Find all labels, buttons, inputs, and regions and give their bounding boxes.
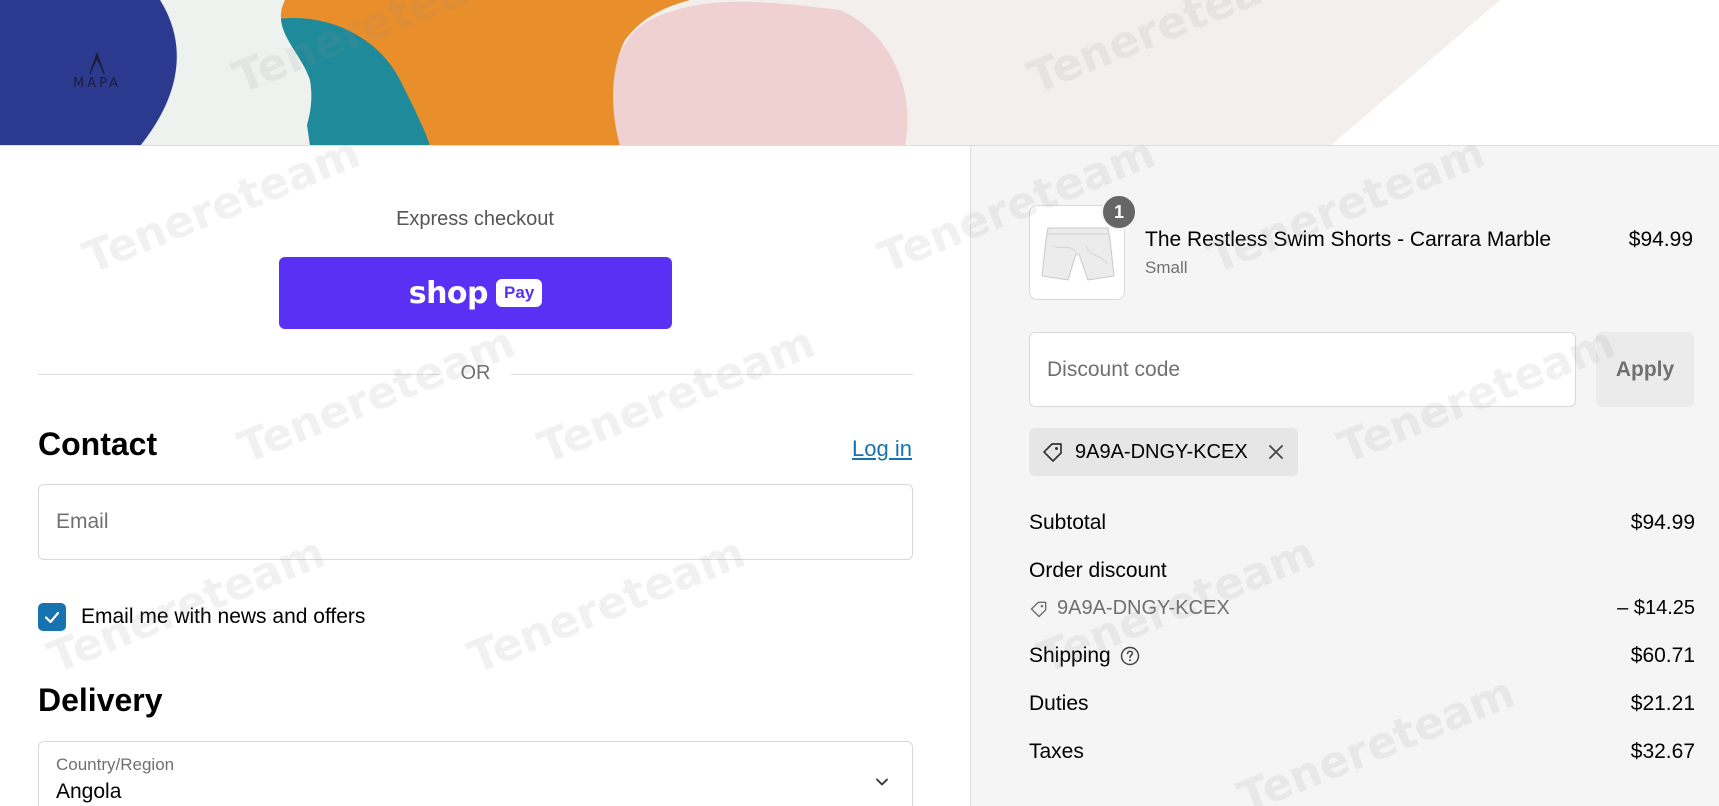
shipping-value: $60.71 [1630,644,1695,667]
shipping-label: Shipping [1029,644,1111,667]
discount-field-wrapper [1029,332,1576,407]
delivery-heading: Delivery [38,682,163,718]
newsletter-option[interactable]: Email me with news and offers [38,603,365,631]
banner-artwork [0,0,1719,145]
tag-icon [1043,443,1062,462]
apply-discount-button[interactable]: Apply [1596,332,1694,407]
help-icon[interactable] [1119,645,1141,667]
header-banner: MAPA [0,0,1719,146]
order-discount-label: Order discount [1029,559,1167,582]
contact-heading: Contact [38,426,158,462]
taxes-value: $32.67 [1630,740,1695,763]
logo-text: MAPA [72,76,121,91]
close-icon[interactable] [1266,442,1286,462]
order-discount-value: – $14.25 [1617,597,1695,619]
country-value: Angola [56,780,122,803]
shop-pay-wordmark: shop [408,275,489,311]
email-input[interactable] [39,485,912,559]
product-price: $94.99 [1628,228,1693,251]
applied-discount-tag: 9A9A-DNGY-KCEX [1029,428,1298,476]
chevron-down-icon [876,778,888,786]
discount-code-input[interactable] [1030,333,1575,406]
applied-discount-code: 9A9A-DNGY-KCEX [1075,440,1248,463]
country-label: Country/Region [56,755,175,774]
quantity-badge: 1 [1101,194,1137,230]
newsletter-checkbox[interactable] [38,603,66,631]
subtotal-label: Subtotal [1029,511,1107,534]
express-checkout-title: Express checkout [396,208,554,230]
taxes-label: Taxes [1029,740,1084,763]
shop-pay-button[interactable]: shop Pay [279,257,672,329]
duties-label: Duties [1029,692,1089,715]
tag-icon [1030,601,1047,617]
brand-logo[interactable]: MAPA [62,50,132,92]
checkmark-icon [44,611,60,624]
order-summary: 1 The Restless Swim Shorts - Carrara Mar… [970,146,1719,806]
shop-pay-pill: Pay [496,279,543,307]
or-label: OR [460,362,491,384]
subtotal-value: $94.99 [1630,511,1695,534]
product-variant: Small [1145,258,1188,277]
product-name: The Restless Swim Shorts - Carrara Marbl… [1145,228,1552,251]
newsletter-label: Email me with news and offers [81,605,366,628]
checkout-form: Express checkout shop Pay OR Contact Log… [0,146,970,806]
email-field-wrapper [38,484,913,560]
country-select[interactable]: Country/Region Angola [38,741,913,806]
duties-value: $21.21 [1630,692,1695,715]
or-divider: OR [38,359,913,389]
login-link[interactable]: Log in [852,436,912,462]
order-discount-code: 9A9A-DNGY-KCEX [1057,597,1230,619]
logo-mark-icon [89,51,105,75]
